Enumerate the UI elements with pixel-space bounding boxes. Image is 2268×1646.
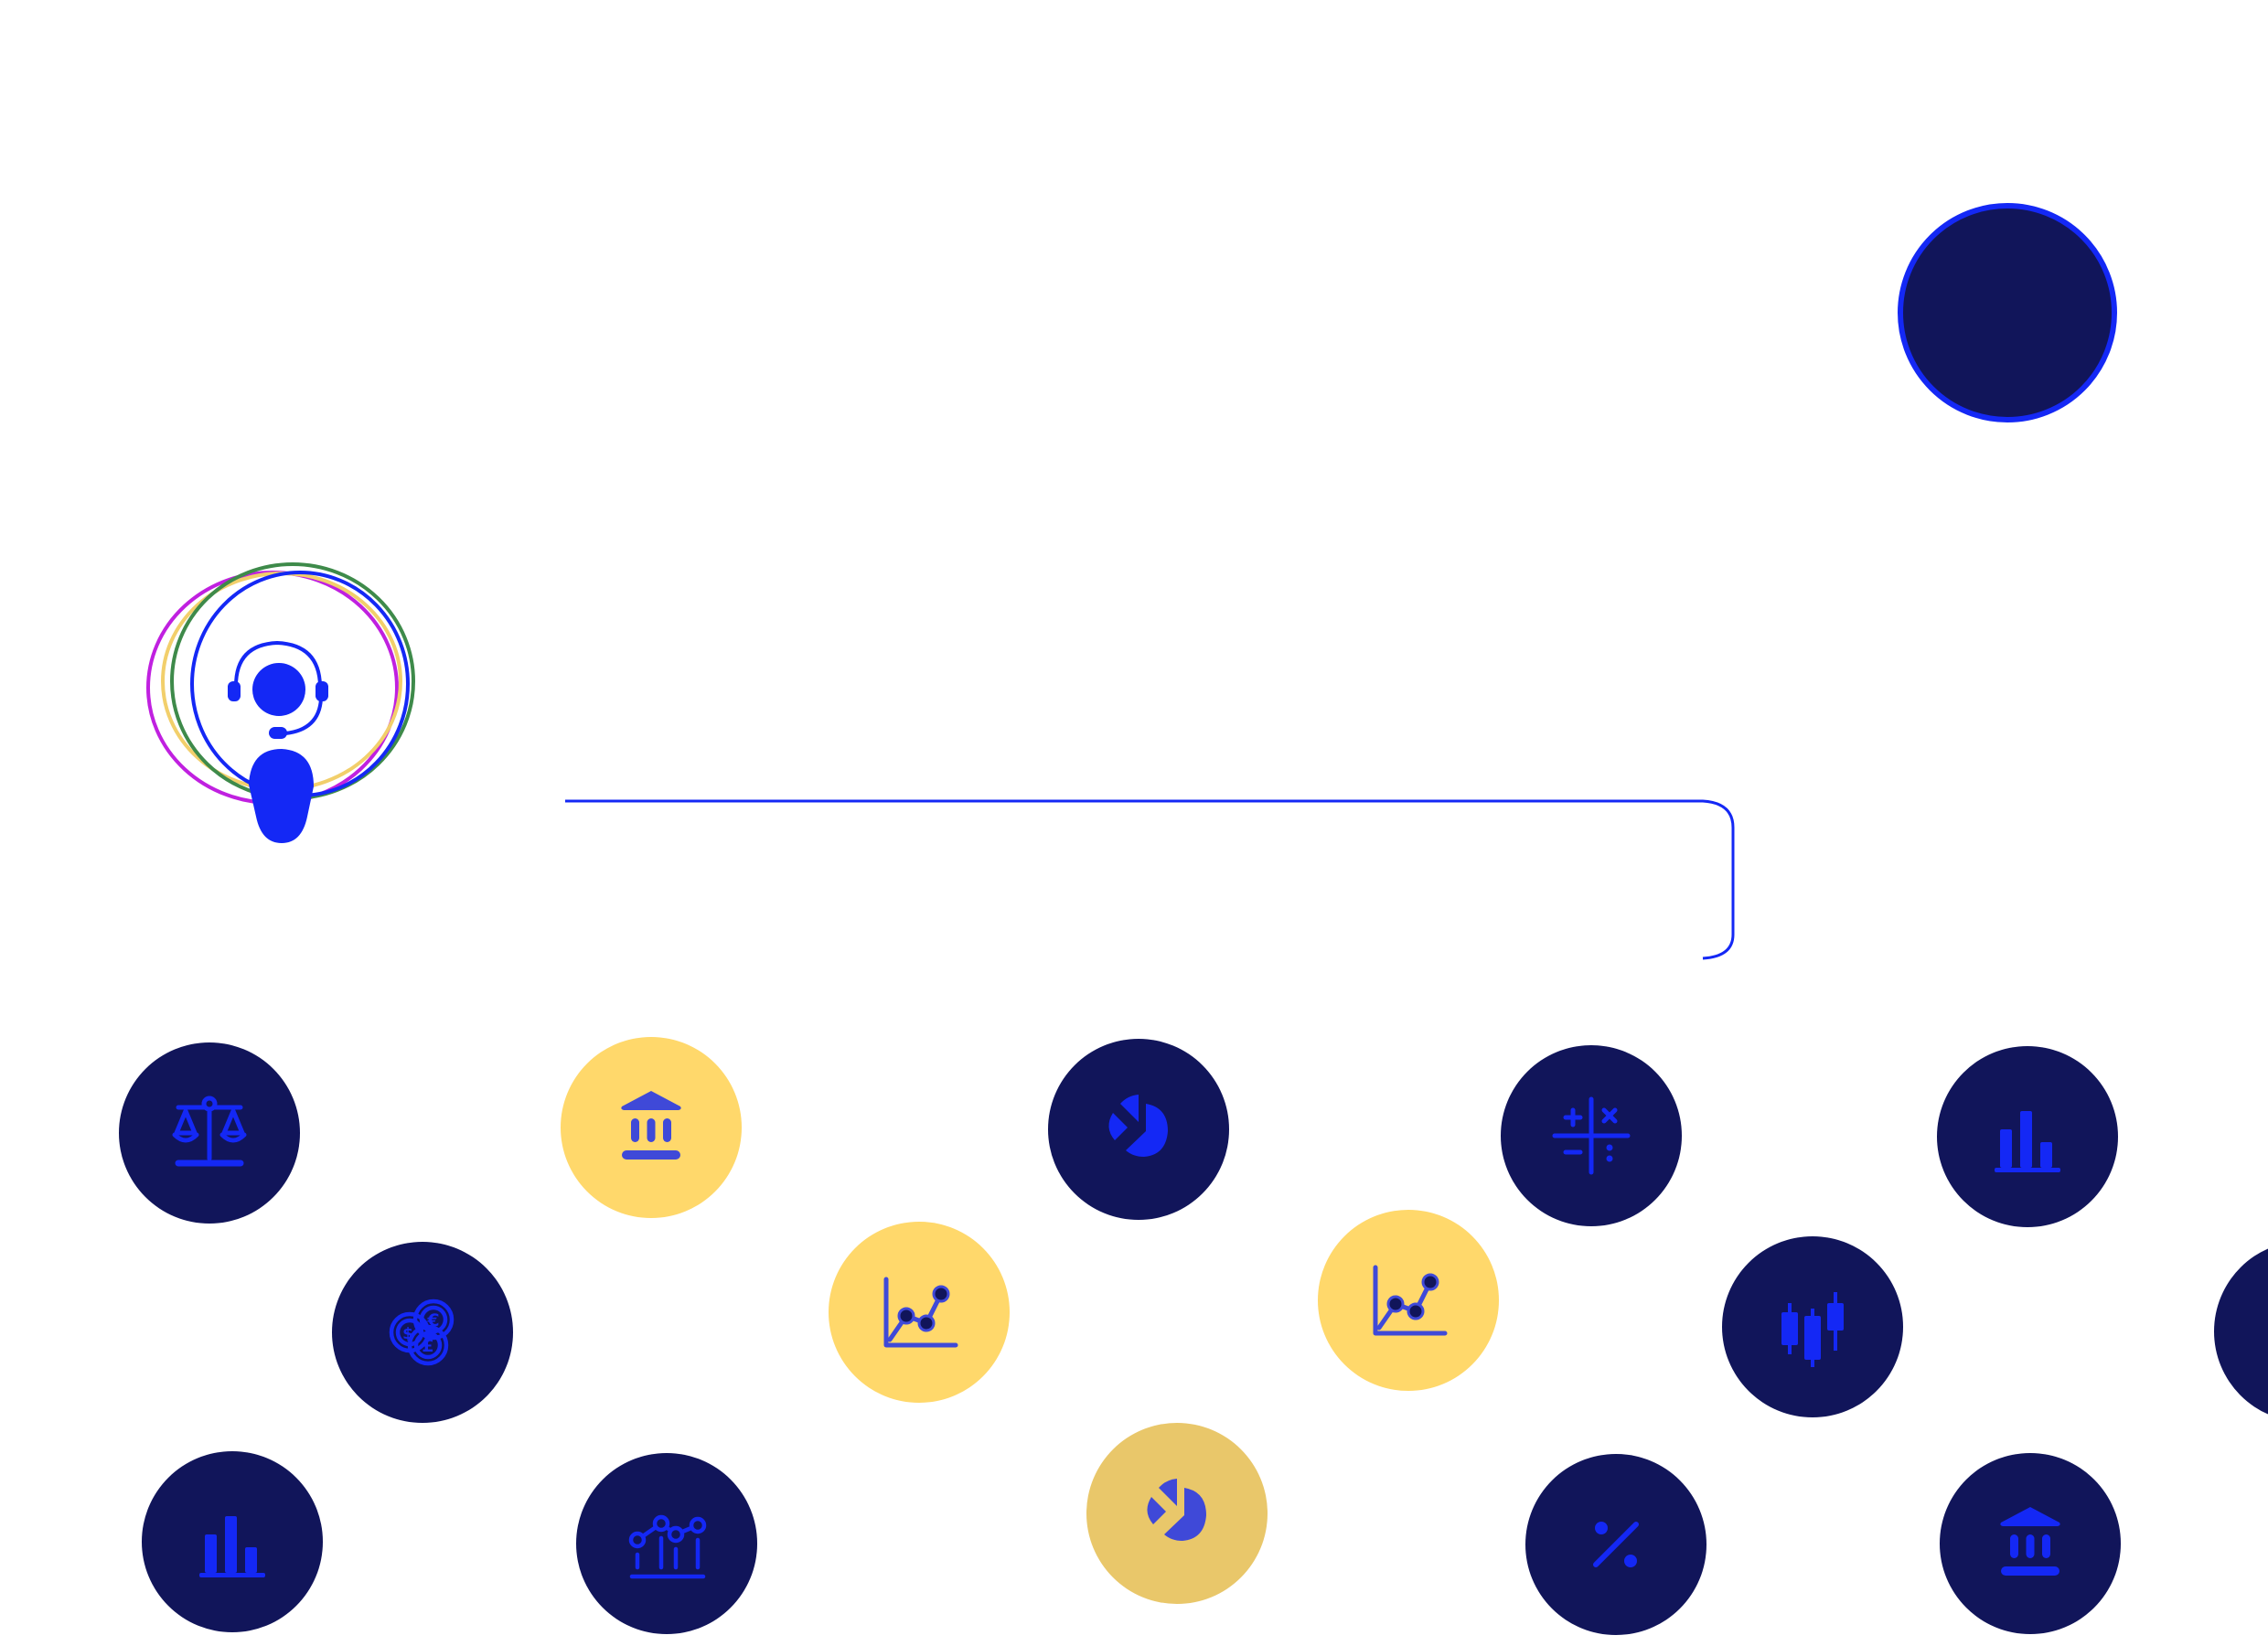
icon-tile (1318, 1210, 1499, 1391)
canvas: € £ $ (119, 203, 2268, 1635)
icon-tile-background (829, 1222, 1010, 1403)
icon-tile (1722, 1236, 1903, 1417)
icon-tile (2214, 1248, 2268, 1415)
icon-tile (332, 1242, 513, 1423)
icon-tile (1525, 1454, 1706, 1635)
icon-tile (576, 1453, 757, 1634)
icon-tile (1048, 1039, 1229, 1220)
icon-tile-background (1318, 1210, 1499, 1391)
connector-line (565, 799, 1735, 960)
icon-tile (119, 1042, 300, 1224)
customer-support-headset-icon (228, 640, 328, 843)
icon-tile (142, 1451, 323, 1632)
icon-tile (829, 1222, 1010, 1403)
icon-tile-grid (119, 1037, 2268, 1635)
icon-tile-background (1048, 1039, 1229, 1220)
accent-circle (1898, 203, 2117, 422)
icon-tile-background (2214, 1248, 2268, 1415)
hero-support-badge (146, 562, 415, 843)
icon-tile-background (576, 1453, 757, 1634)
icon-tile (561, 1037, 742, 1218)
icon-tile (1940, 1453, 2121, 1634)
icon-tile-background (1086, 1423, 1268, 1604)
icon-tile (1086, 1423, 1268, 1604)
icon-tile (1501, 1045, 1682, 1226)
icon-tile (1937, 1046, 2118, 1227)
